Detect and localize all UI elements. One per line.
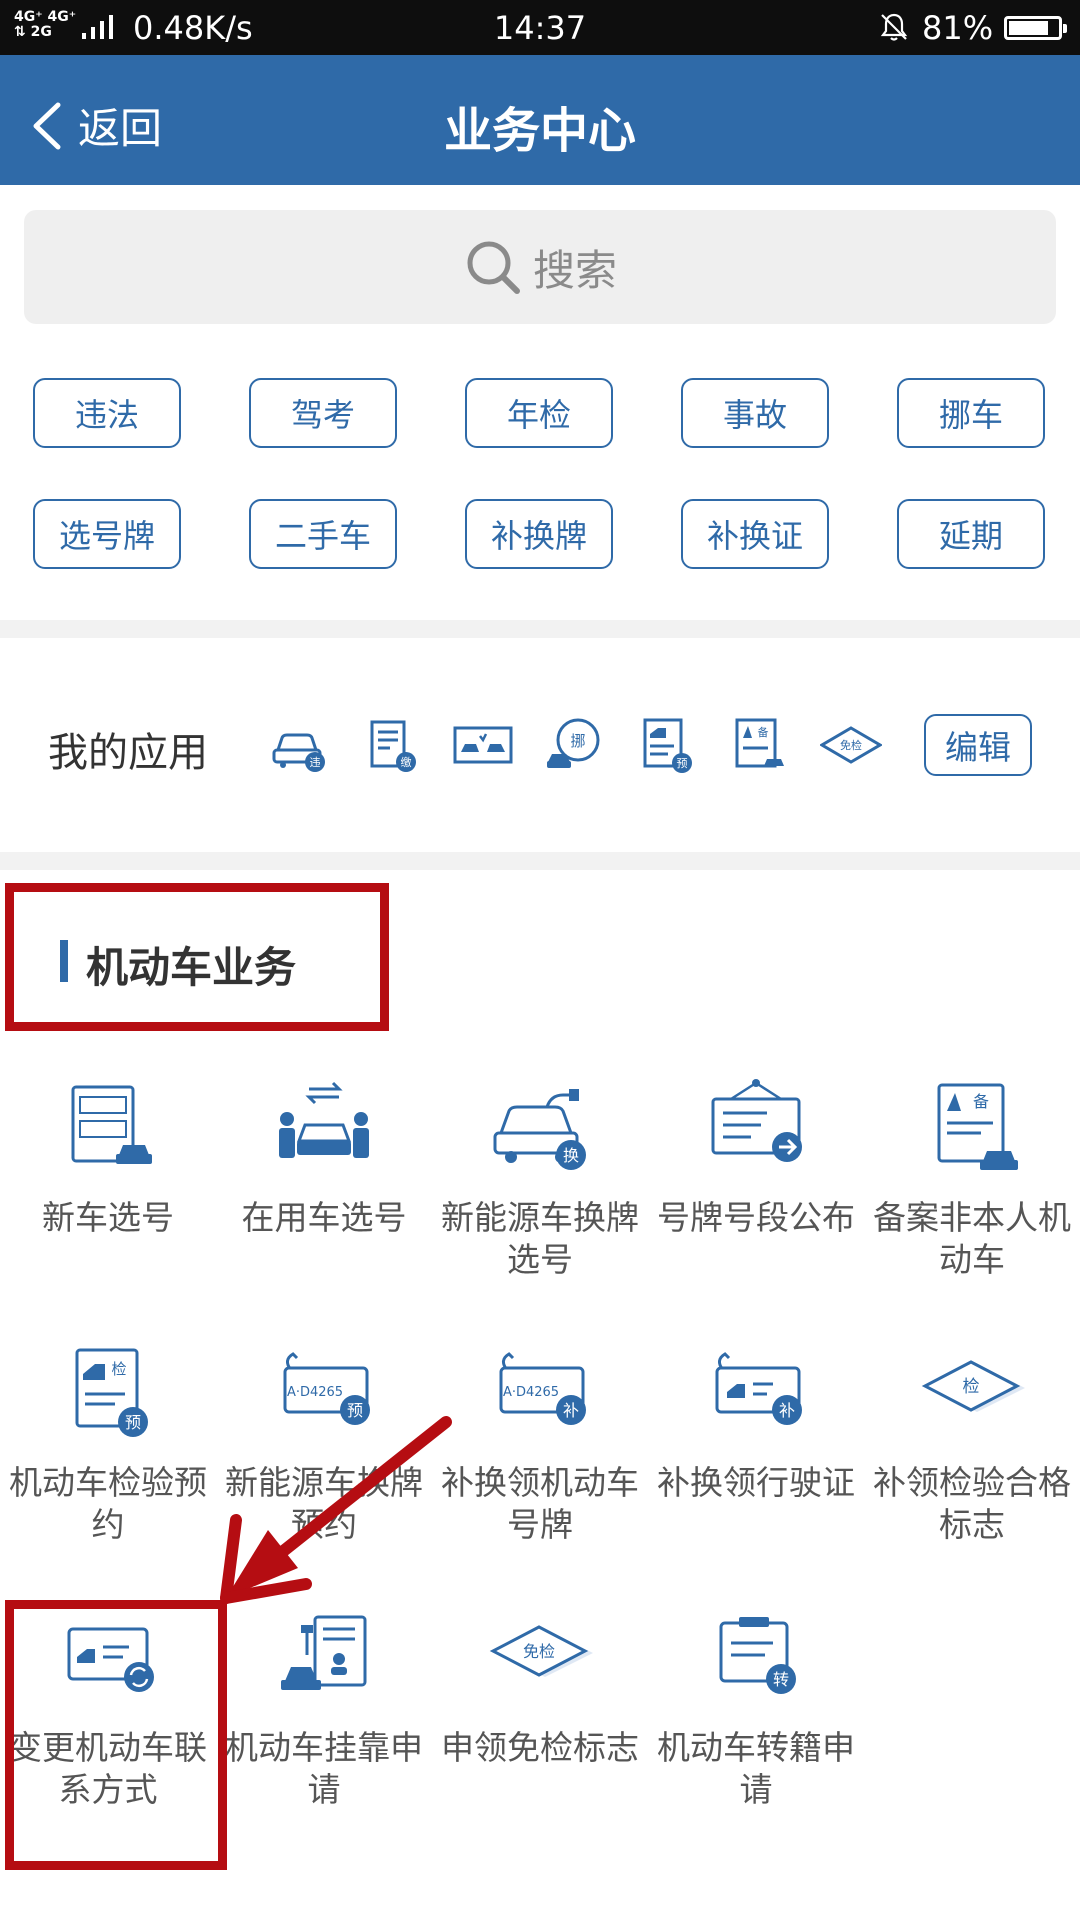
filing-document-icon: 备 xyxy=(937,1083,1018,1170)
service-label: 补换领行驶证 xyxy=(657,1463,855,1502)
tag-accident[interactable]: 事故 xyxy=(681,378,829,448)
badge-filing: 备 xyxy=(758,725,769,739)
inspection-document-icon: 检 预 xyxy=(75,1348,148,1437)
badge-move: 挪 xyxy=(570,732,585,750)
document-pay-icon[interactable]: 缴 xyxy=(360,714,422,776)
service-label: 机动车挂靠申请 xyxy=(225,1728,423,1809)
tag-replace-plate[interactable]: 补换牌 xyxy=(465,499,613,569)
car-document-icon xyxy=(281,1615,367,1690)
mute-bell-icon xyxy=(880,13,908,41)
inspection-booking-icon[interactable]: 预 xyxy=(636,714,698,776)
tag-move-car[interactable]: 挪车 xyxy=(897,378,1045,448)
service-label: 号牌号段公布 xyxy=(657,1198,855,1237)
license-replace-icon: 补 xyxy=(715,1352,802,1425)
service-plate-segment-announce[interactable]: 号牌号段公布 xyxy=(648,1075,864,1239)
clipboard-transfer-icon: 转 xyxy=(719,1617,796,1694)
plate-refresh-icon: A·D4265 预 xyxy=(283,1352,370,1425)
plate-text: A·D4265 xyxy=(503,1385,559,1400)
service-vehicle-affiliation-apply[interactable]: 机动车挂靠申请 xyxy=(216,1605,432,1811)
my-apps-label: 我的应用 xyxy=(48,730,208,776)
filing-icon[interactable]: 备 xyxy=(728,714,790,776)
tag-used-car[interactable]: 二手车 xyxy=(249,499,397,569)
service-badge: 免检 xyxy=(523,1642,555,1661)
service-new-car-plate-select[interactable]: 新车选号 xyxy=(0,1075,216,1239)
section-divider xyxy=(0,620,1080,638)
status-bar: 4G⁺ 4G⁺ ⇅ 2G 0.48K/s 14:37 81% xyxy=(0,0,1080,55)
tag-extension[interactable]: 延期 xyxy=(897,499,1045,569)
car-violation-icon[interactable]: 违 xyxy=(268,714,330,776)
badge-violation: 违 xyxy=(310,756,321,769)
battery-icon xyxy=(1004,16,1067,40)
plate-text: A·D4265 xyxy=(287,1385,343,1400)
service-badge: 预 xyxy=(125,1413,141,1432)
edit-button[interactable]: 编辑 xyxy=(924,714,1032,776)
service-label: 新能源车换牌预约 xyxy=(225,1463,423,1544)
plate-replace-icon: A·D4265 补 xyxy=(499,1352,586,1425)
search-placeholder: 搜索 xyxy=(532,245,617,295)
notice-board-icon xyxy=(711,1079,802,1162)
service-apply-exempt-mark[interactable]: 免检 申领免检标志 xyxy=(432,1605,648,1769)
service-badge: 补 xyxy=(563,1401,579,1420)
service-replace-inspection-mark[interactable]: 检 补领检验合格标志 xyxy=(864,1340,1080,1546)
service-badge: 换 xyxy=(563,1146,579,1165)
electric-car-icon: 换 xyxy=(493,1089,586,1170)
exempt-mark-icon: 免检 xyxy=(489,1625,593,1677)
tag-replace-license[interactable]: 补换证 xyxy=(681,499,829,569)
annotation-box-section xyxy=(5,883,389,1031)
move-car-icon[interactable]: 挪 xyxy=(544,714,606,776)
service-label: 申领免检标志 xyxy=(441,1728,639,1767)
service-label: 机动车检验预约 xyxy=(9,1463,207,1544)
tag-violation[interactable]: 违法 xyxy=(33,378,181,448)
badge-booking: 预 xyxy=(677,757,688,770)
service-badge: 补 xyxy=(779,1401,795,1420)
service-used-car-plate-select[interactable]: 在用车选号 xyxy=(216,1075,432,1239)
accident-scene-icon[interactable] xyxy=(452,714,514,776)
service-new-energy-plate-booking[interactable]: A·D4265 预 新能源车换牌预约 xyxy=(216,1340,432,1546)
svg-text:检: 检 xyxy=(111,1360,126,1378)
battery-percent: 81% xyxy=(922,9,994,47)
service-label: 新车选号 xyxy=(42,1198,174,1237)
service-label: 新能源车换牌选号 xyxy=(441,1198,639,1279)
service-badge: 检 xyxy=(963,1377,980,1397)
service-badge: 预 xyxy=(347,1401,363,1420)
plate-document-icon xyxy=(71,1085,152,1164)
service-label: 在用车选号 xyxy=(241,1198,407,1237)
search-input[interactable]: 搜索 xyxy=(24,210,1056,324)
service-label: 补换领机动车号牌 xyxy=(441,1463,639,1544)
swap-people-car-icon xyxy=(279,1081,369,1158)
service-vehicle-inspection-booking[interactable]: 检 预 机动车检验预约 xyxy=(0,1340,216,1546)
exempt-icon[interactable]: 免检 xyxy=(820,714,882,776)
service-badge: 转 xyxy=(773,1670,789,1689)
battery-fill xyxy=(1009,21,1048,35)
annotation-box-target xyxy=(5,1600,227,1870)
tag-driving-test[interactable]: 驾考 xyxy=(249,378,397,448)
service-replace-driving-license[interactable]: 补 补换领行驶证 xyxy=(648,1340,864,1504)
section-divider xyxy=(0,852,1080,870)
badge-pay: 缴 xyxy=(401,755,412,769)
tag-annual-inspection[interactable]: 年检 xyxy=(465,378,613,448)
service-label: 补领检验合格标志 xyxy=(873,1463,1071,1544)
search-icon xyxy=(467,241,520,294)
badge-exempt: 免检 xyxy=(840,738,862,752)
tag-select-plate[interactable]: 选号牌 xyxy=(33,499,181,569)
inspection-mark-icon: 检 xyxy=(921,1360,1025,1412)
service-label: 机动车转籍申请 xyxy=(657,1728,855,1809)
app-header: 返回 业务中心 xyxy=(0,55,1080,185)
page-title: 业务中心 xyxy=(443,103,636,159)
service-new-energy-plate-select[interactable]: 换 新能源车换牌选号 xyxy=(432,1075,648,1281)
service-replace-vehicle-plate[interactable]: A·D4265 补 补换领机动车号牌 xyxy=(432,1340,648,1546)
service-badge: 备 xyxy=(973,1092,989,1111)
service-vehicle-transfer-apply[interactable]: 转 机动车转籍申请 xyxy=(648,1605,864,1811)
clock: 14:37 xyxy=(493,9,587,47)
service-filing-non-owner-vehicle[interactable]: 备 备案非本人机动车 xyxy=(864,1075,1080,1281)
service-label: 备案非本人机动车 xyxy=(873,1198,1071,1279)
